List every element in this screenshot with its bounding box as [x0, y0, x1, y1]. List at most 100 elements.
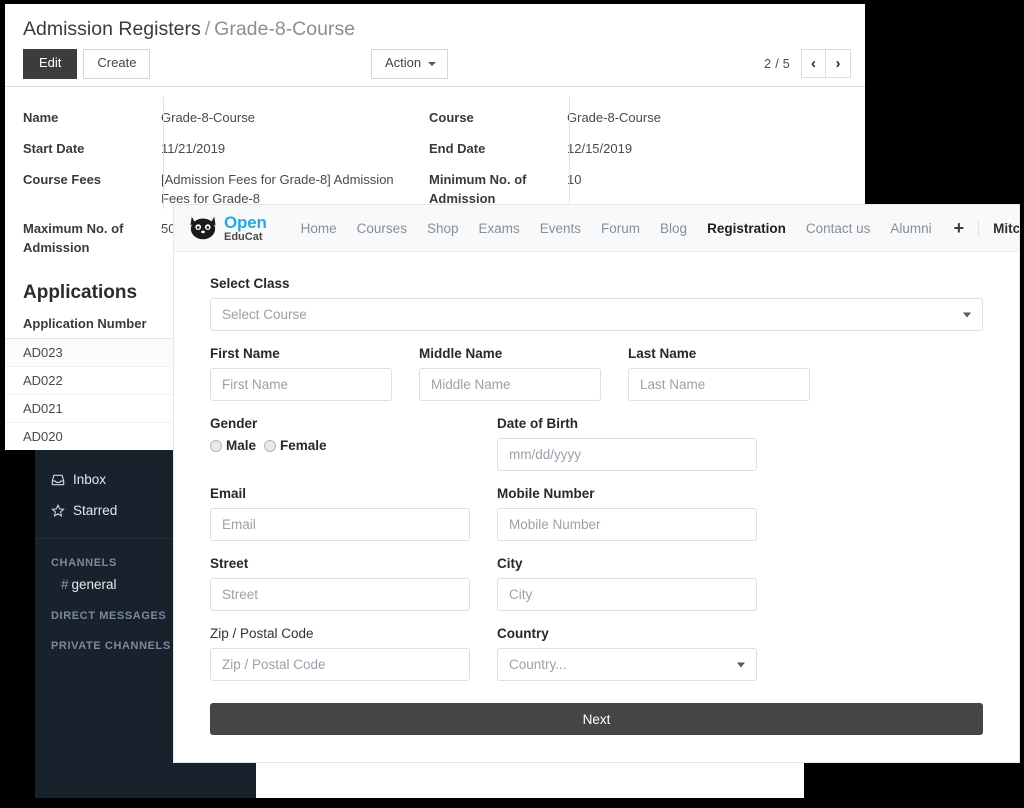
plus-icon[interactable]: +: [942, 219, 975, 237]
user-menu[interactable]: Mitchell Admin: [978, 220, 1019, 236]
radio-female-icon[interactable]: [264, 439, 277, 452]
select-class-wrapper: [210, 298, 983, 331]
breadcrumb-separator: /: [204, 18, 211, 40]
first-name-input[interactable]: [210, 368, 392, 401]
field-group-middle-name: Middle Name: [419, 346, 601, 401]
breadcrumb-parent[interactable]: Admission Registers: [23, 18, 201, 40]
label-email: Email: [210, 486, 247, 501]
screen-root: Admission Registers / Grade-8-Course Edit …: [0, 0, 1024, 808]
field-value-name: Grade-8-Course: [161, 110, 255, 125]
registration-window: Open EduCat Home Courses Shop Exams Even…: [174, 205, 1019, 762]
column-divider-1: [163, 97, 164, 209]
sidebar-channel-label: general: [71, 577, 117, 592]
control-bar: Edit Create Action 2 / 5 ‹ ›: [5, 41, 865, 87]
nav-item-home[interactable]: Home: [291, 215, 347, 242]
nav-item-registration[interactable]: Registration: [697, 215, 796, 242]
pager-count: 2 / 5: [764, 56, 790, 71]
next-button[interactable]: Next: [210, 703, 983, 735]
label-middle-name: Middle Name: [419, 346, 503, 361]
gender-dob-row: Gender Male Female Date of Birth: [210, 416, 983, 471]
zip-country-row: Zip / Postal Code Country: [210, 626, 983, 681]
sidebar-item-label-inbox: Inbox: [73, 472, 107, 487]
registration-form: Select Class First Name Middle Name Last…: [174, 252, 1019, 735]
label-mobile-number: Mobile Number: [497, 486, 595, 501]
field-group-city: City: [497, 556, 757, 611]
middle-name-input[interactable]: [419, 368, 601, 401]
gender-label-male: Male: [226, 438, 257, 453]
chevron-down-icon: [428, 61, 437, 66]
nav-item-forum[interactable]: Forum: [591, 215, 650, 242]
label-city: City: [497, 556, 523, 571]
field-group-country: Country: [497, 626, 757, 681]
nav-item-shop[interactable]: Shop: [417, 215, 469, 242]
column-divider-2: [569, 97, 570, 209]
gender-label-female: Female: [280, 438, 327, 453]
brand-text: Open EduCat: [224, 214, 267, 243]
field-value-end-date: 12/15/2019: [567, 140, 633, 156]
field-group-mobile: Mobile Number: [497, 486, 757, 541]
sidebar-item-label-starred: Starred: [73, 503, 118, 518]
date-of-birth-input[interactable]: [497, 438, 757, 471]
field-group-zip: Zip / Postal Code: [210, 626, 470, 681]
field-value-course: Grade-8-Course: [567, 110, 661, 125]
brand-name-top: Open: [224, 212, 267, 232]
inbox-icon: [51, 473, 73, 487]
hash-icon: #: [61, 577, 69, 592]
select-class-input[interactable]: [210, 298, 983, 331]
brand-name-bottom: EduCat: [224, 230, 263, 243]
edit-button[interactable]: Edit: [23, 49, 78, 79]
email-mobile-row: Email Mobile Number: [210, 486, 983, 541]
field-group-dob: Date of Birth: [497, 416, 757, 471]
breadcrumb-current: Grade-8-Course: [214, 18, 356, 40]
nav-item-courses[interactable]: Courses: [347, 215, 417, 242]
user-menu-label: Mitchell Admin: [993, 220, 1019, 236]
field-group-street: Street: [210, 556, 470, 611]
field-label-end-date: End Date: [429, 140, 486, 156]
street-city-row: Street City: [210, 556, 983, 611]
field-group-gender: Gender Male Female: [210, 416, 470, 471]
breadcrumb: Admission Registers / Grade-8-Course: [5, 4, 865, 41]
radio-male-icon[interactable]: [210, 439, 222, 452]
email-input[interactable]: [210, 508, 470, 541]
field-label-maximum-admission: Maximum No. of Admission: [23, 221, 124, 256]
field-label-start-date: Start Date: [23, 140, 85, 156]
nav-item-blog[interactable]: Blog: [650, 215, 697, 242]
street-input[interactable]: [210, 578, 470, 611]
gender-option-female[interactable]: Female: [264, 438, 333, 453]
create-button[interactable]: Create: [83, 49, 151, 79]
last-name-input[interactable]: [628, 368, 810, 401]
label-street: Street: [210, 556, 249, 571]
name-row: First Name Middle Name Last Name: [210, 346, 983, 401]
action-label: Action: [385, 55, 422, 70]
country-select-input[interactable]: [497, 648, 757, 681]
chevron-right-icon[interactable]: ›: [826, 49, 851, 78]
nav-item-contact-us[interactable]: Contact us: [796, 215, 881, 242]
label-zip-postal-code: Zip / Postal Code: [210, 626, 314, 641]
label-date-of-birth: Date of Birth: [497, 416, 578, 431]
label-country: Country: [497, 626, 549, 641]
field-value-start-date: 11/21/2019: [161, 140, 226, 156]
nav-item-exams[interactable]: Exams: [468, 215, 529, 242]
pager: 2 / 5 ‹ ›: [764, 49, 851, 78]
label-last-name: Last Name: [628, 346, 697, 361]
gender-option-male[interactable]: Male: [210, 438, 262, 453]
field-group-select-class: Select Class: [210, 276, 983, 331]
background-window-strip: [256, 762, 804, 798]
label-first-name: First Name: [210, 346, 280, 361]
site-header: Open EduCat Home Courses Shop Exams Even…: [174, 205, 1019, 252]
field-group-first-name: First Name: [210, 346, 392, 401]
field-group-email: Email: [210, 486, 470, 541]
nav-item-alumni[interactable]: Alumni: [880, 215, 941, 242]
zip-postal-code-input[interactable]: [210, 648, 470, 681]
city-input[interactable]: [497, 578, 757, 611]
field-label-course: Course: [429, 110, 474, 125]
field-group-last-name: Last Name: [628, 346, 810, 401]
chevron-left-icon[interactable]: ‹: [801, 49, 826, 78]
main-nav: Home Courses Shop Exams Events Forum Blo…: [291, 215, 1019, 242]
brand-logo[interactable]: Open EduCat: [188, 214, 267, 243]
mobile-number-input[interactable]: [497, 508, 757, 541]
field-label-course-fees: Course Fees: [23, 171, 102, 187]
label-select-class: Select Class: [210, 276, 290, 291]
nav-item-events[interactable]: Events: [530, 215, 591, 242]
action-dropdown-button[interactable]: Action: [371, 49, 449, 79]
